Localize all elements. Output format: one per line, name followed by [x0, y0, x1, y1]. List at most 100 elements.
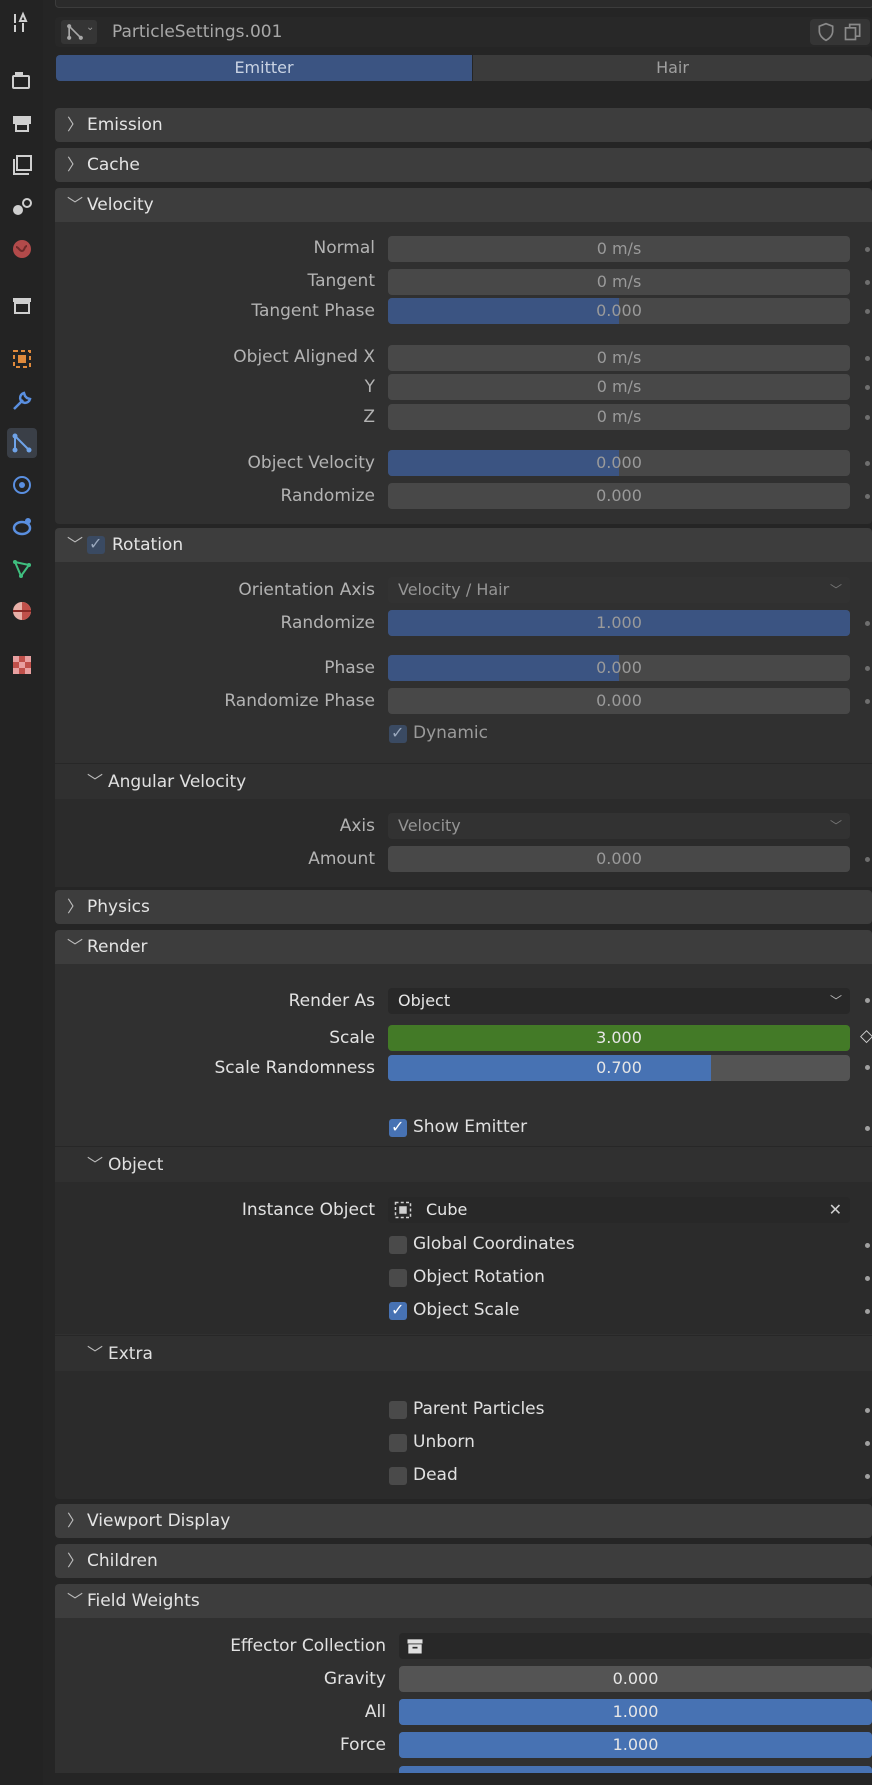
keyframe-dot-icon[interactable] [865, 699, 870, 704]
chevron-down-icon: ﹀ [829, 819, 842, 833]
modifier-icon[interactable] [7, 386, 37, 416]
particles-icon[interactable] [7, 428, 37, 458]
keyframe-dot-icon[interactable] [865, 621, 870, 626]
data-icon[interactable] [7, 554, 37, 584]
object-scale-checkbox[interactable]: ✓ [389, 1300, 407, 1320]
tangent-field[interactable]: 0 m/s [388, 269, 850, 295]
panel-physics-header[interactable]: 〉 Physics ⠿ [55, 890, 872, 924]
chevron-right-icon: 〉 [67, 155, 84, 174]
panel-emission-header[interactable]: 〉 Emission ⠿ [55, 108, 872, 142]
velocity-randomize-field[interactable]: 0.000 [388, 483, 850, 509]
keyframe-dot-icon[interactable] [865, 1309, 870, 1314]
normal-field[interactable]: 0 m/s [388, 236, 850, 262]
subpanel-angular-velocity-header[interactable]: ﹀ Angular Velocity [55, 763, 872, 800]
keyframe-dot-icon[interactable] [865, 857, 870, 862]
tab-hair[interactable]: Hair [473, 55, 872, 81]
all-slider[interactable]: 1.000 [399, 1699, 872, 1725]
constraints-icon[interactable] [7, 512, 37, 542]
render-as-dropdown[interactable]: Object ﹀ [388, 988, 850, 1014]
object-icon[interactable] [7, 344, 37, 374]
keyframe-dot-icon[interactable] [865, 385, 870, 390]
dynamic-checkbox[interactable]: ✓ [389, 723, 407, 743]
keyframe-dot-icon[interactable] [865, 494, 870, 499]
dead-checkbox[interactable] [389, 1467, 407, 1485]
output-icon[interactable] [7, 108, 37, 138]
scene-icon[interactable] [7, 192, 37, 222]
keyframe-diamond-icon[interactable]: ◇ [860, 1026, 872, 1046]
object-rotation-checkbox[interactable] [389, 1269, 407, 1287]
orientation-axis-dropdown[interactable]: Velocity / Hair ﹀ [388, 577, 850, 603]
keyframe-dot-icon[interactable] [865, 1276, 870, 1281]
object-aligned-z-field[interactable]: 0 m/s [388, 404, 850, 430]
material-icon[interactable] [7, 596, 37, 626]
tool-icon[interactable] [7, 8, 37, 38]
tab-emitter[interactable]: Emitter [56, 55, 472, 81]
keyframe-dot-icon[interactable] [865, 1243, 870, 1248]
chevron-down-icon: ﹀ [87, 1344, 104, 1363]
next-slider-partial[interactable] [399, 1766, 872, 1773]
instance-object-field[interactable]: Cube ✕ [388, 1197, 850, 1223]
panel-children-header[interactable]: 〉 Children ⠿ [55, 1544, 872, 1578]
keyframe-dot-icon[interactable] [865, 1408, 870, 1413]
datablock-selector[interactable]: ⌄ ParticleSettings.001 [55, 17, 872, 47]
object-aligned-x-field[interactable]: 0 m/s [388, 345, 850, 371]
randomize-phase-label: Randomize Phase [224, 691, 375, 711]
world-icon[interactable] [7, 234, 37, 264]
force-slider[interactable]: 1.000 [399, 1732, 872, 1758]
show-emitter-checkbox[interactable]: ✓ [389, 1117, 407, 1137]
panel-render-header[interactable]: ﹀ Render ⠿ [55, 930, 872, 964]
rotation-randomize-slider[interactable]: 1.000 [388, 610, 850, 636]
scale-field[interactable]: 3.000 [388, 1025, 850, 1051]
keyframe-dot-icon[interactable] [865, 309, 870, 314]
rotation-enable-checkbox[interactable]: ✓ [87, 534, 105, 554]
force-label: Force [340, 1735, 386, 1755]
keyframe-dot-icon[interactable] [865, 1126, 870, 1131]
keyframe-dot-icon[interactable] [865, 666, 870, 671]
object-aligned-y-field[interactable]: 0 m/s [388, 374, 850, 400]
subpanel-object-header[interactable]: ﹀ Object [55, 1146, 872, 1183]
angular-amount-field[interactable]: 0.000 [388, 846, 850, 872]
subpanel-extra-header[interactable]: ﹀ Extra [55, 1335, 872, 1372]
phase-slider[interactable]: 0.000 [388, 655, 850, 681]
clear-x-icon[interactable]: ✕ [829, 1197, 842, 1223]
panel-rotation-header[interactable]: ﹀ ✓ Rotation ⠿ [55, 528, 872, 562]
unborn-label: Unborn [413, 1432, 475, 1452]
keyframe-dot-icon[interactable] [865, 461, 870, 466]
view-layer-icon[interactable] [7, 150, 37, 180]
render-icon[interactable] [7, 66, 37, 96]
keyframe-dot-icon[interactable] [865, 280, 870, 285]
randomize-phase-field[interactable]: 0.000 [388, 688, 850, 714]
collection-icon[interactable] [7, 290, 37, 320]
keyframe-dot-icon[interactable] [865, 1065, 870, 1070]
keyframe-dot-icon[interactable] [865, 415, 870, 420]
panel-viewport-display-header[interactable]: 〉 Viewport Display ⠿ [55, 1504, 872, 1538]
subpanel-object-body: Instance Object Cube ✕ Global Coordinate… [55, 1182, 872, 1334]
scale-randomness-slider[interactable]: 0.700 [388, 1055, 850, 1081]
texture-icon[interactable] [7, 650, 37, 680]
panel-velocity-header[interactable]: ﹀ Velocity ⠿ [55, 188, 872, 222]
gravity-slider[interactable]: 0.000 [399, 1666, 872, 1692]
particles-browse-button[interactable]: ⌄ [61, 20, 97, 44]
keyframe-dot-icon[interactable] [865, 998, 870, 1003]
tangent-phase-slider[interactable]: 0.000 [388, 298, 850, 324]
parent-particles-checkbox[interactable] [389, 1401, 407, 1419]
effector-collection-field[interactable] [399, 1633, 872, 1659]
all-label: All [364, 1702, 386, 1722]
keyframe-dot-icon[interactable] [865, 1474, 870, 1479]
fake-user-shield-icon[interactable] [816, 22, 836, 42]
duplicate-icon[interactable] [843, 22, 863, 42]
panel-field-weights-header[interactable]: ﹀ Field Weights ⠿ [55, 1584, 872, 1618]
chevron-down-icon: ﹀ [829, 994, 842, 1008]
panel-title: Render [87, 937, 148, 957]
physics-icon[interactable] [7, 470, 37, 500]
keyframe-dot-icon[interactable] [865, 247, 870, 252]
angular-axis-dropdown[interactable]: Velocity ﹀ [388, 813, 850, 839]
global-coordinates-checkbox[interactable] [389, 1236, 407, 1254]
panel-cache-header[interactable]: 〉 Cache ⠿ [55, 148, 872, 182]
datablock-name[interactable]: ParticleSettings.001 [112, 17, 282, 47]
object-velocity-slider[interactable]: 0.000 [388, 450, 850, 476]
keyframe-dot-icon[interactable] [865, 1441, 870, 1446]
keyframe-dot-icon[interactable] [865, 356, 870, 361]
unborn-checkbox[interactable] [389, 1434, 407, 1452]
dynamic-label: Dynamic [413, 723, 488, 743]
